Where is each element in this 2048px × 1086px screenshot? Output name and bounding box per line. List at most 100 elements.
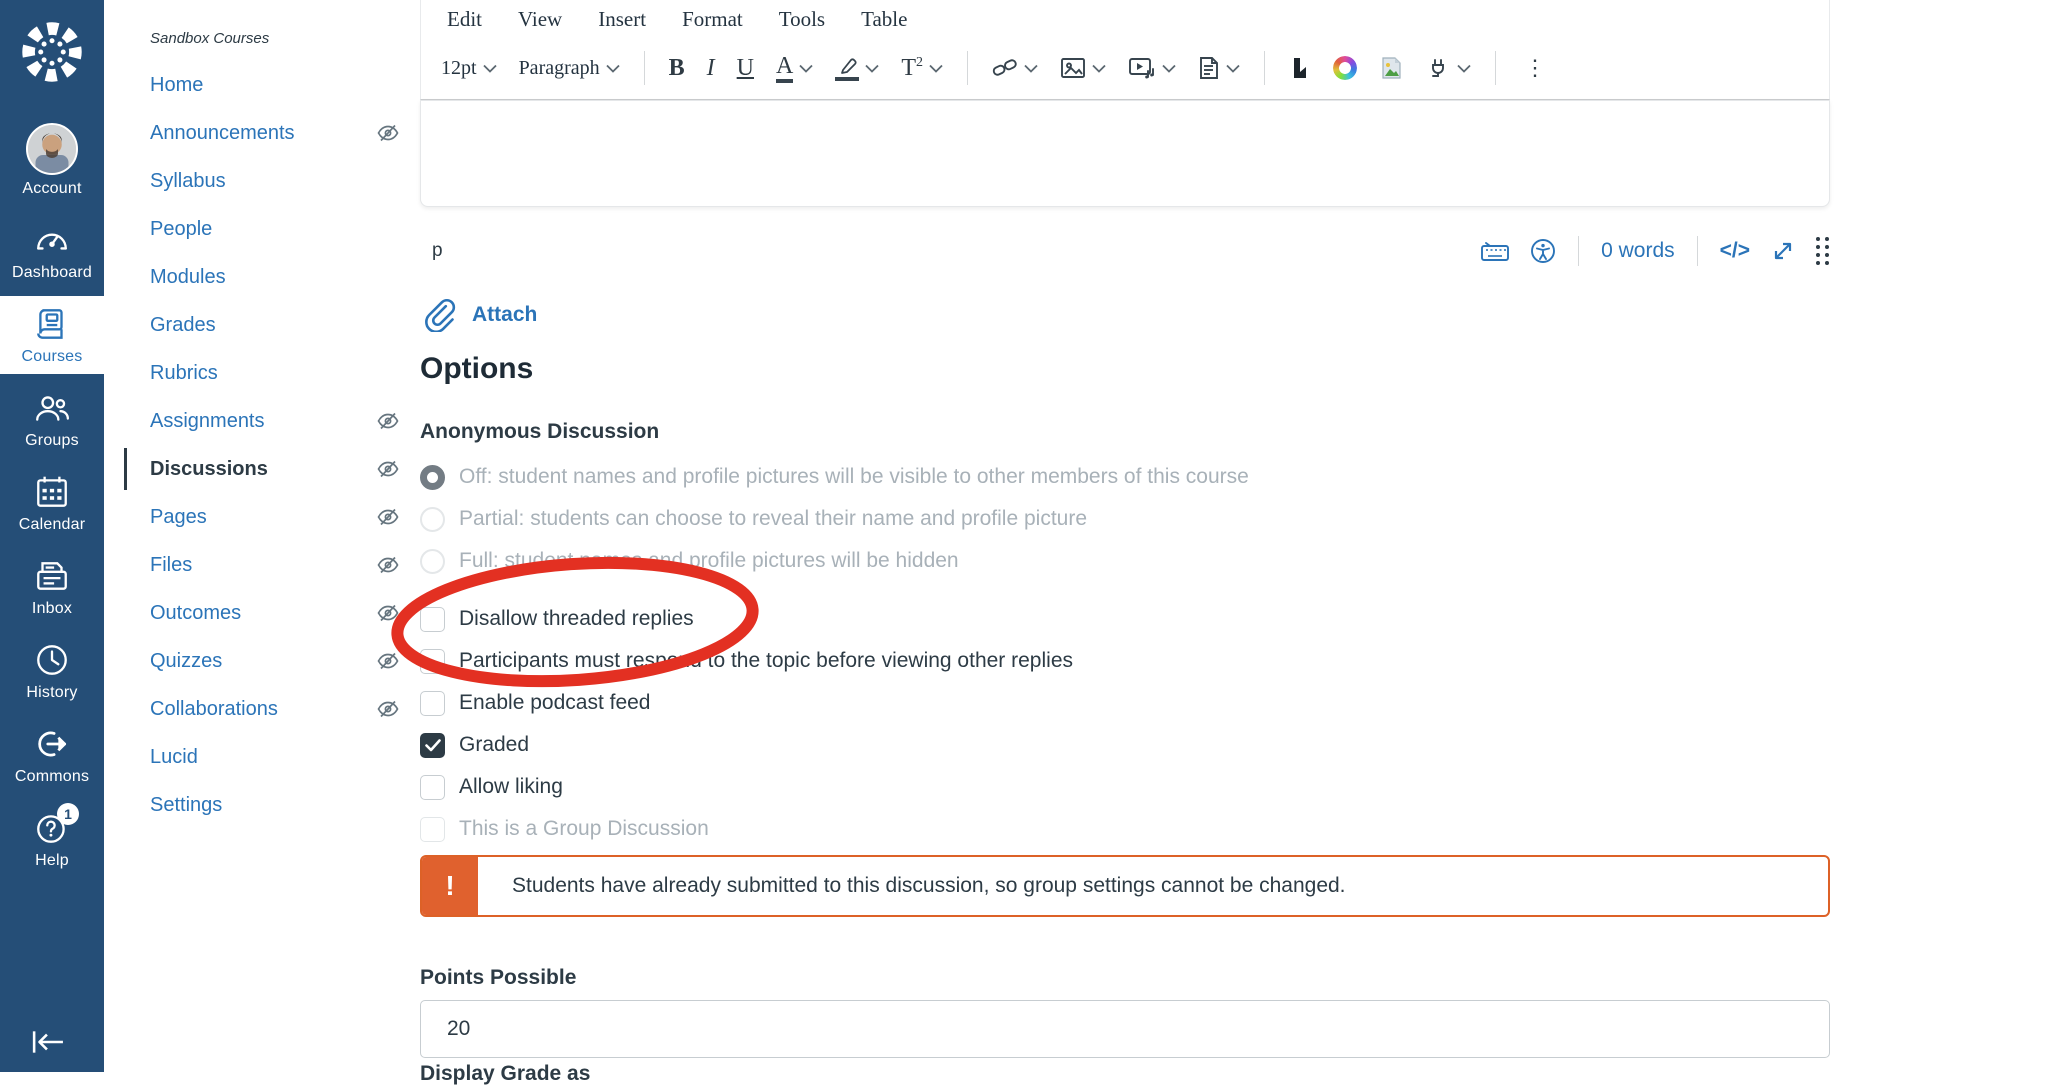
- hidden-eye-icon: [376, 457, 400, 481]
- sidebar-item-help[interactable]: 1 Help: [0, 800, 104, 878]
- menu-edit[interactable]: Edit: [447, 7, 482, 32]
- radio-anonymous-full[interactable]: Full: student names and profile pictures…: [420, 540, 1249, 582]
- chevron-down-icon: [799, 64, 813, 73]
- course-nav-item-modules[interactable]: Modules: [150, 253, 400, 301]
- more-toolbar-options-button[interactable]: ⋮: [1514, 55, 1557, 81]
- sidebar-item-courses[interactable]: Courses: [0, 296, 104, 374]
- underline-button[interactable]: U: [731, 52, 760, 84]
- menu-format[interactable]: Format: [682, 7, 743, 32]
- course-nav-item-quizzes[interactable]: Quizzes: [150, 637, 400, 685]
- course-nav-item-lucid[interactable]: Lucid: [150, 733, 400, 781]
- options-heading: Options: [420, 352, 533, 386]
- chevron-down-icon: [1226, 64, 1240, 73]
- radio-button: [420, 465, 445, 490]
- sidebar-item-inbox[interactable]: Inbox: [0, 548, 104, 626]
- course-nav-item-assignments[interactable]: Assignments: [150, 397, 400, 445]
- keyboard-shortcuts-button[interactable]: [1480, 239, 1510, 263]
- course-nav-item-syllabus[interactable]: Syllabus: [150, 157, 400, 205]
- canvas-logo-icon: [16, 16, 88, 88]
- course-nav-item-files[interactable]: Files: [150, 541, 400, 589]
- menu-view[interactable]: View: [518, 7, 562, 32]
- sidebar-item-account[interactable]: Account: [0, 114, 104, 206]
- course-nav-item-home[interactable]: Home: [150, 61, 400, 109]
- toolbar-divider: [1264, 51, 1265, 85]
- font-size-dropdown[interactable]: 12pt: [435, 53, 503, 84]
- checkbox-allow-liking[interactable]: Allow liking: [420, 766, 1073, 808]
- checkbox-disallow-threaded-replies[interactable]: Disallow threaded replies: [420, 598, 1073, 640]
- course-nav-item-pages[interactable]: Pages: [150, 493, 400, 541]
- checkbox: [420, 691, 445, 716]
- paperclip-icon: [420, 298, 460, 332]
- editor-text-area[interactable]: [420, 100, 1830, 207]
- chevron-down-icon: [1024, 64, 1038, 73]
- attach-label: Attach: [472, 303, 537, 327]
- superscript-button[interactable]: T2: [895, 52, 949, 84]
- warning-exclamation-icon: !: [422, 857, 478, 915]
- course-nav-item-outcomes[interactable]: Outcomes: [150, 589, 400, 637]
- menu-insert[interactable]: Insert: [598, 7, 646, 32]
- bold-button[interactable]: B: [663, 52, 691, 84]
- image-document-app-button[interactable]: [1373, 52, 1409, 84]
- accessibility-checker-button[interactable]: [1530, 238, 1556, 264]
- collapse-global-nav-button[interactable]: [26, 1026, 70, 1058]
- sidebar-item-label: Groups: [25, 432, 79, 450]
- highlighter-icon: [835, 56, 859, 81]
- hidden-eye-icon: [376, 121, 400, 145]
- document-icon: [1198, 56, 1220, 80]
- help-icon: 1: [33, 809, 71, 847]
- radio-anonymous-off[interactable]: Off: student names and profile pictures …: [420, 456, 1249, 498]
- sidebar-item-groups[interactable]: Groups: [0, 380, 104, 458]
- media-button[interactable]: [1122, 53, 1182, 83]
- radio-button: [420, 549, 445, 574]
- checkbox-must-respond-before-viewing[interactable]: Participants must respond to the topic b…: [420, 640, 1073, 682]
- sidebar-item-calendar[interactable]: Calendar: [0, 464, 104, 542]
- app-swirl-button[interactable]: [1327, 52, 1363, 84]
- canvas-logo[interactable]: [14, 12, 90, 92]
- course-navigation: Sandbox Courses Home Announcements Sylla…: [104, 0, 420, 1072]
- course-nav-item-rubrics[interactable]: Rubrics: [150, 349, 400, 397]
- fullscreen-button[interactable]: [1770, 238, 1796, 264]
- statusbar-divider: [1578, 236, 1579, 266]
- apps-plugin-button[interactable]: [1419, 51, 1477, 85]
- checkbox-group-discussion: This is a Group Discussion: [420, 808, 1073, 850]
- menu-tools[interactable]: Tools: [779, 7, 825, 32]
- lucid-app-button[interactable]: [1283, 52, 1317, 84]
- sidebar-item-history[interactable]: History: [0, 632, 104, 710]
- course-nav-item-collaborations[interactable]: Collaborations: [150, 685, 400, 733]
- checkbox: [420, 775, 445, 800]
- editor-statusbar: p 0 words: [420, 230, 1830, 272]
- highlight-color-button[interactable]: [829, 52, 885, 85]
- element-path: p: [420, 240, 443, 262]
- text-color-button[interactable]: A: [770, 50, 819, 87]
- menu-table[interactable]: Table: [861, 7, 907, 32]
- document-button[interactable]: [1192, 52, 1246, 84]
- resize-handle[interactable]: [1816, 237, 1830, 265]
- hidden-eye-icon: [376, 553, 400, 577]
- media-icon: [1128, 57, 1156, 79]
- course-nav-item-settings[interactable]: Settings: [150, 781, 400, 829]
- italic-button[interactable]: I: [701, 52, 721, 84]
- anonymous-discussion-heading: Anonymous Discussion: [420, 420, 659, 444]
- sidebar-item-dashboard[interactable]: Dashboard: [0, 212, 104, 290]
- link-button[interactable]: [986, 53, 1044, 83]
- course-nav-item-grades[interactable]: Grades: [150, 301, 400, 349]
- paragraph-format-dropdown[interactable]: Paragraph: [513, 53, 626, 84]
- chevron-down-icon: [929, 64, 943, 73]
- sidebar-item-commons[interactable]: Commons: [0, 716, 104, 794]
- course-nav-item-discussions[interactable]: Discussions: [150, 445, 400, 493]
- editor-menubar: Edit View Insert Format Tools Table: [421, 0, 1829, 38]
- chevron-down-icon: [865, 64, 879, 73]
- course-nav-item-announcements[interactable]: Announcements: [150, 109, 400, 157]
- attach-button[interactable]: Attach: [420, 298, 537, 332]
- points-possible-input[interactable]: [420, 1000, 1830, 1058]
- course-nav-item-people[interactable]: People: [150, 205, 400, 253]
- image-button[interactable]: [1054, 53, 1112, 83]
- image-document-icon: [1379, 56, 1403, 80]
- main-content: Edit View Insert Format Tools Table 12pt…: [420, 0, 2048, 1072]
- checkbox-graded[interactable]: Graded: [420, 724, 1073, 766]
- radio-anonymous-partial[interactable]: Partial: students can choose to reveal t…: [420, 498, 1249, 540]
- html-editor-button[interactable]: </>: [1720, 239, 1750, 263]
- checkbox-enable-podcast-feed[interactable]: Enable podcast feed: [420, 682, 1073, 724]
- hidden-eye-icon: [376, 505, 400, 529]
- warning-message: Students have already submitted to this …: [478, 857, 1346, 915]
